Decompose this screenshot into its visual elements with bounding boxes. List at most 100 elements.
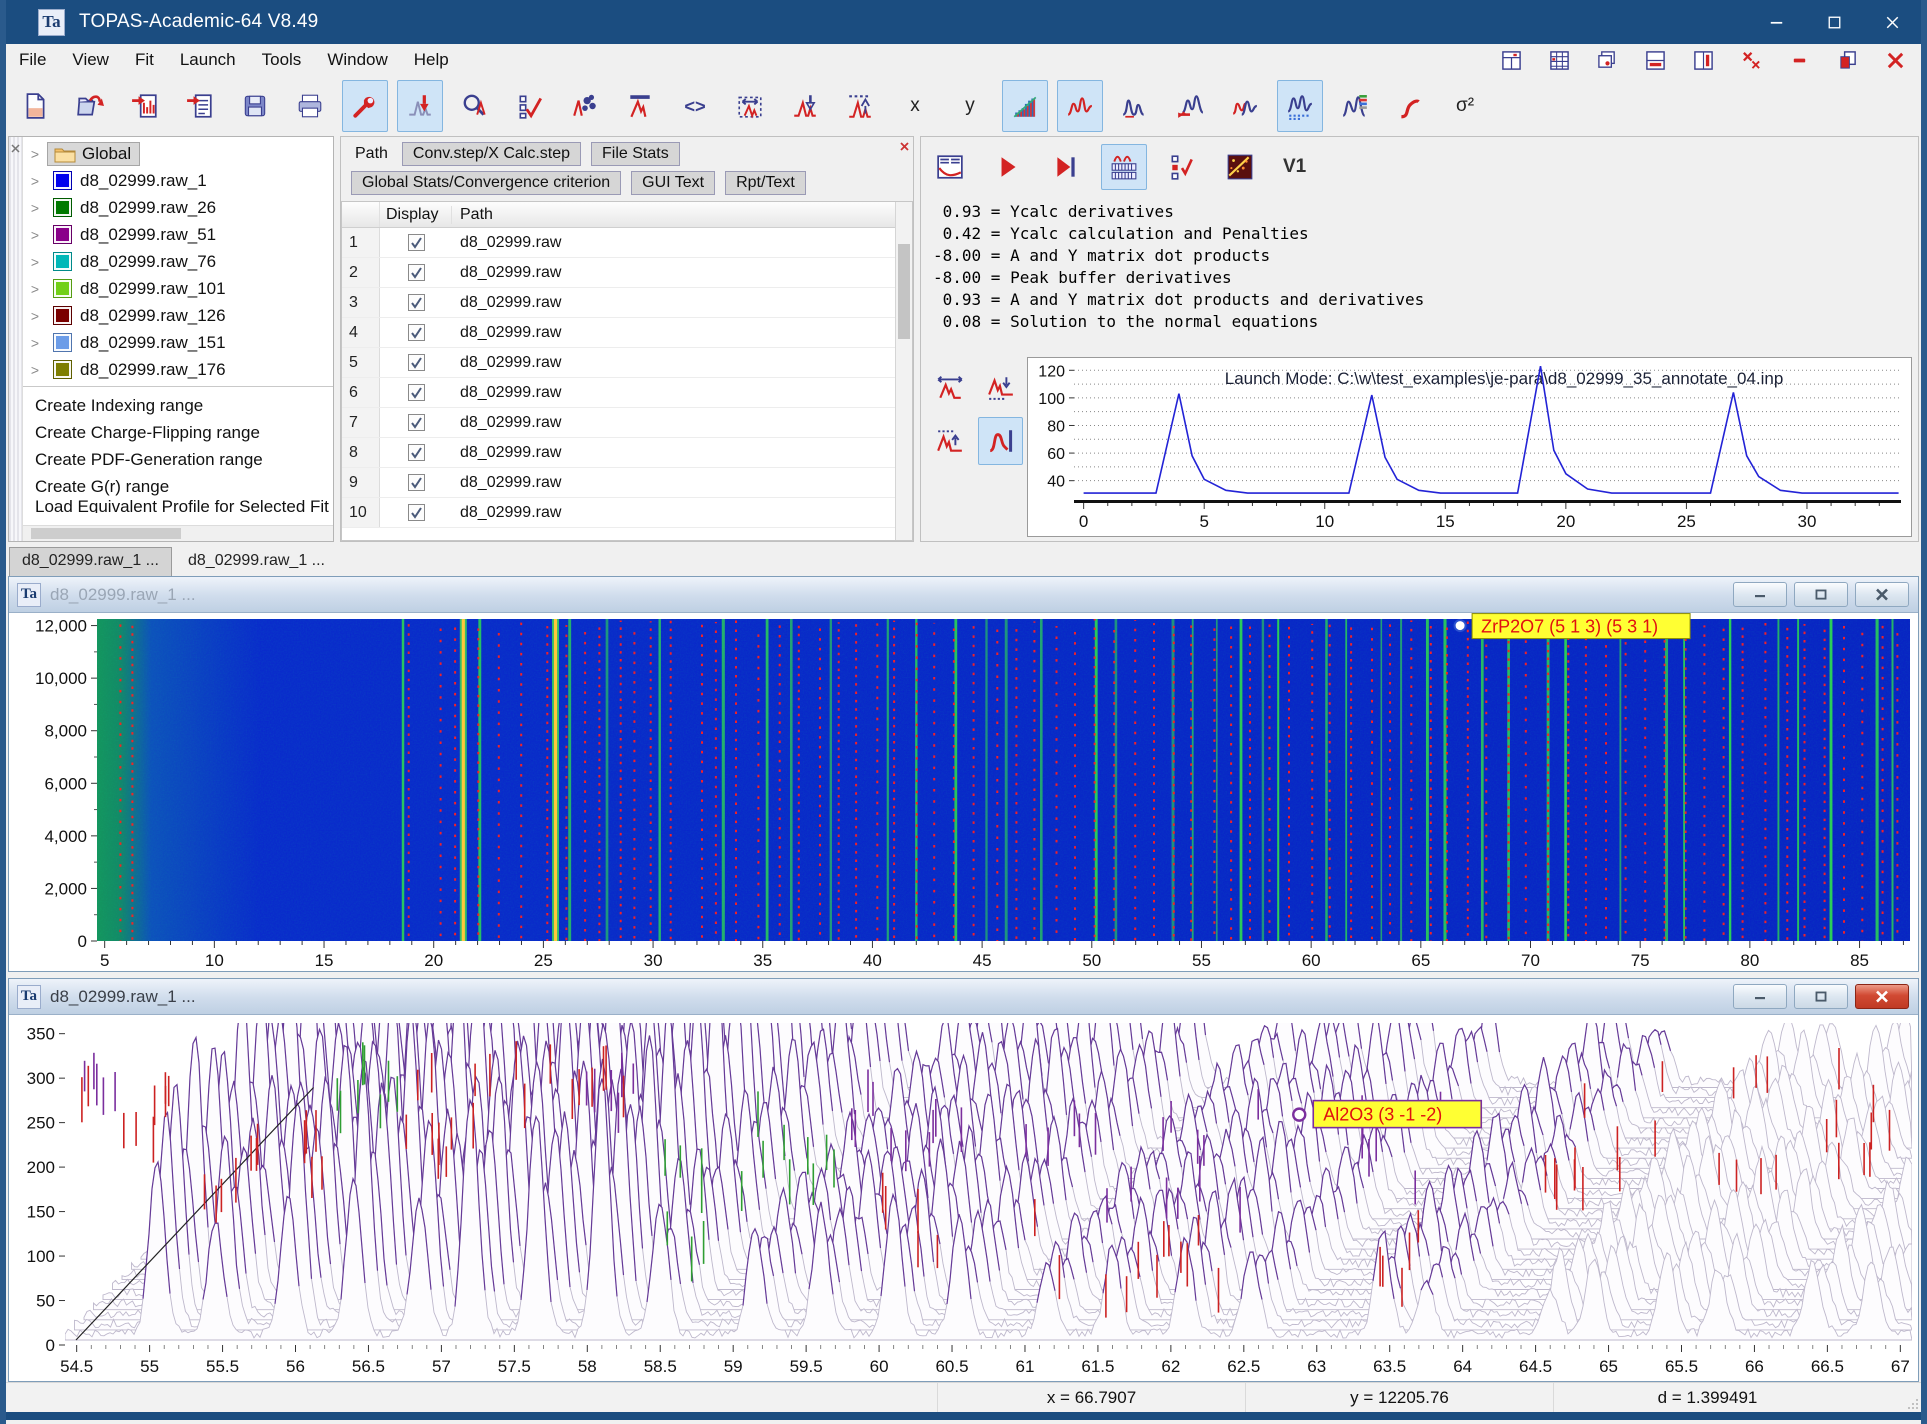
display-checkbox[interactable] bbox=[407, 414, 425, 431]
heat-window-minimize-button[interactable] bbox=[1733, 582, 1787, 607]
command-create-g-r-range[interactable]: Create G(r) range bbox=[23, 473, 333, 500]
file-row-6[interactable]: 6 d8_02999.raw bbox=[342, 378, 895, 408]
mdi-tile-horizontal-button[interactable] bbox=[1643, 48, 1667, 72]
document-tab-1[interactable]: d8_02999.raw_1 ... bbox=[9, 547, 172, 576]
file-row-2[interactable]: 2 d8_02999.raw bbox=[342, 258, 895, 288]
tree-item-global[interactable]: > Global bbox=[23, 140, 333, 167]
expand-chevron-icon[interactable]: > bbox=[23, 173, 47, 189]
column-path[interactable]: Path bbox=[452, 206, 895, 224]
chart-step-curve-button[interactable] bbox=[978, 417, 1023, 465]
display-checkbox[interactable] bbox=[407, 444, 425, 461]
mdi-close-window-button[interactable] bbox=[1883, 48, 1907, 72]
tab-global-stats-convergence-criterion[interactable]: Global Stats/Convergence criterion bbox=[351, 171, 622, 195]
display-checkbox[interactable] bbox=[407, 324, 425, 341]
menu-tools[interactable]: Tools bbox=[249, 47, 315, 73]
file-row-9[interactable]: 9 d8_02999.raw bbox=[342, 468, 895, 498]
vertical-scrollbar[interactable] bbox=[895, 202, 912, 540]
toolbar-peak-insert-down-button[interactable] bbox=[782, 80, 828, 132]
close-button[interactable] bbox=[1863, 0, 1921, 44]
file-row-4[interactable]: 4 d8_02999.raw bbox=[342, 318, 895, 348]
mdi-tile-vertical-button[interactable] bbox=[1691, 48, 1715, 72]
expand-chevron-icon[interactable]: > bbox=[23, 362, 47, 378]
mdi-close-all-button[interactable] bbox=[1739, 48, 1763, 72]
tree-item-d8_02999.raw_26[interactable]: > d8_02999.raw_26 bbox=[23, 194, 333, 221]
expand-chevron-icon[interactable]: > bbox=[23, 200, 47, 216]
toolbar-save-file-button[interactable] bbox=[232, 80, 278, 132]
toolbar-curves-shift-button[interactable] bbox=[1167, 80, 1213, 132]
command-create-charge-flipping-range[interactable]: Create Charge-Flipping range bbox=[23, 419, 333, 446]
toolbar-zoom-peaks-button[interactable] bbox=[452, 80, 498, 132]
file-row-7[interactable]: 7 d8_02999.raw bbox=[342, 408, 895, 438]
chart-shift-down-button[interactable] bbox=[978, 363, 1023, 411]
display-checkbox[interactable] bbox=[407, 384, 425, 401]
column-display[interactable]: Display bbox=[380, 205, 452, 224]
toolbar-curves-blue-button[interactable] bbox=[1112, 80, 1158, 132]
heatmap-plot[interactable]: 0 2,000 4,000 6,000 8,000 10,000 12,000 5 10 15 20… bbox=[9, 613, 1918, 971]
toolbar-code-view-button[interactable]: <> bbox=[672, 80, 718, 132]
chart-shift-up-button[interactable] bbox=[927, 417, 972, 465]
heat-window-restore-button[interactable] bbox=[1794, 582, 1848, 607]
menu-help[interactable]: Help bbox=[401, 47, 462, 73]
toolbar-s-curve-button[interactable] bbox=[1387, 80, 1433, 132]
tab-gui-text[interactable]: GUI Text bbox=[631, 171, 716, 195]
tree-item-d8_02999.raw_126[interactable]: > d8_02999.raw_126 bbox=[23, 302, 333, 329]
menu-fit[interactable]: Fit bbox=[122, 47, 167, 73]
run-run-to-end-button[interactable] bbox=[1043, 144, 1089, 190]
minimize-button[interactable] bbox=[1747, 0, 1805, 44]
file-row-8[interactable]: 8 d8_02999.raw bbox=[342, 438, 895, 468]
toolbar-import-scan-button[interactable] bbox=[122, 80, 168, 132]
toolbar-curves-colorbar-button[interactable] bbox=[1332, 80, 1378, 132]
wf-window-close-button[interactable] bbox=[1855, 984, 1909, 1009]
display-checkbox[interactable] bbox=[407, 504, 425, 521]
dock-grip[interactable] bbox=[9, 137, 23, 541]
tree-item-d8_02999.raw_1[interactable]: > d8_02999.raw_1 bbox=[23, 167, 333, 194]
waterfall-window-titlebar[interactable]: Ta d8_02999.raw_1 ... bbox=[9, 979, 1918, 1015]
menu-file[interactable]: File bbox=[6, 47, 59, 73]
file-row-10[interactable]: 10 d8_02999.raw bbox=[342, 498, 895, 528]
toolbar-fit-tools-button[interactable] bbox=[342, 80, 388, 132]
toolbar-y-toggle-button[interactable]: y bbox=[947, 80, 993, 132]
toolbar-structure-peaks-button[interactable] bbox=[562, 80, 608, 132]
toolbar-curves-hatch-button[interactable] bbox=[1277, 80, 1323, 132]
display-checkbox[interactable] bbox=[407, 474, 425, 491]
expand-chevron-icon[interactable]: > bbox=[23, 335, 47, 351]
dock-close-icon[interactable] bbox=[10, 141, 21, 159]
toolbar-open-file-button[interactable] bbox=[67, 80, 113, 132]
tree-item-d8_02999.raw_151[interactable]: > d8_02999.raw_151 bbox=[23, 329, 333, 356]
command-clipped[interactable]: Load Equivalent Profile for Selected Fit bbox=[23, 500, 333, 513]
expand-chevron-icon[interactable]: > bbox=[23, 308, 47, 324]
toolbar-curves-redblue-button[interactable] bbox=[1222, 80, 1268, 132]
mdi-minimize-all-button[interactable] bbox=[1787, 48, 1811, 72]
tree-item-d8_02999.raw_51[interactable]: > d8_02999.raw_51 bbox=[23, 221, 333, 248]
display-checkbox[interactable] bbox=[407, 294, 425, 311]
display-checkbox[interactable] bbox=[407, 354, 425, 371]
scrollbar-thumb[interactable] bbox=[898, 244, 910, 339]
run-surface-view-button[interactable] bbox=[1217, 144, 1263, 190]
chart-range-fit-button[interactable] bbox=[927, 363, 972, 411]
menu-launch[interactable]: Launch bbox=[167, 47, 249, 73]
resize-grip[interactable] bbox=[1861, 1383, 1921, 1412]
mdi-cascade-windows-button[interactable] bbox=[1595, 48, 1619, 72]
toolbar-print-button[interactable] bbox=[287, 80, 333, 132]
toolbar-sigma-squared-button[interactable]: σ² bbox=[1442, 80, 1488, 132]
panel-close-icon[interactable] bbox=[899, 139, 910, 157]
heat-window-close-button[interactable] bbox=[1855, 582, 1909, 607]
launch-mode-chart[interactable]: 40 60 80 100 120 0 5 10 15 20 25 30 Launch Mode: C:\… bbox=[1027, 357, 1912, 537]
menu-window[interactable]: Window bbox=[314, 47, 400, 73]
waterfall-plot[interactable]: 0 50 100 150 200 250 300 350 54.5 55 55.5 56 56.5 57 5… bbox=[9, 1015, 1918, 1381]
toolbar-new-file-button[interactable] bbox=[12, 80, 58, 132]
scrollbar-thumb[interactable] bbox=[31, 528, 181, 539]
tab-rpt-text[interactable]: Rpt/Text bbox=[725, 171, 806, 195]
display-checkbox[interactable] bbox=[407, 264, 425, 281]
expand-chevron-icon[interactable]: > bbox=[23, 254, 47, 270]
toolbar-refine-download-button[interactable] bbox=[397, 80, 443, 132]
wf-window-restore-button[interactable] bbox=[1794, 984, 1848, 1009]
file-row-5[interactable]: 5 d8_02999.raw bbox=[342, 348, 895, 378]
toolbar-x-toggle-button[interactable]: x bbox=[892, 80, 938, 132]
file-row-3[interactable]: 3 d8_02999.raw bbox=[342, 288, 895, 318]
display-checkbox[interactable] bbox=[407, 234, 425, 251]
expand-chevron-icon[interactable]: > bbox=[23, 146, 47, 162]
menu-view[interactable]: View bbox=[59, 47, 122, 73]
toolbar-x-range-select-button[interactable] bbox=[727, 80, 773, 132]
command-create-indexing-range[interactable]: Create Indexing range bbox=[23, 392, 333, 419]
